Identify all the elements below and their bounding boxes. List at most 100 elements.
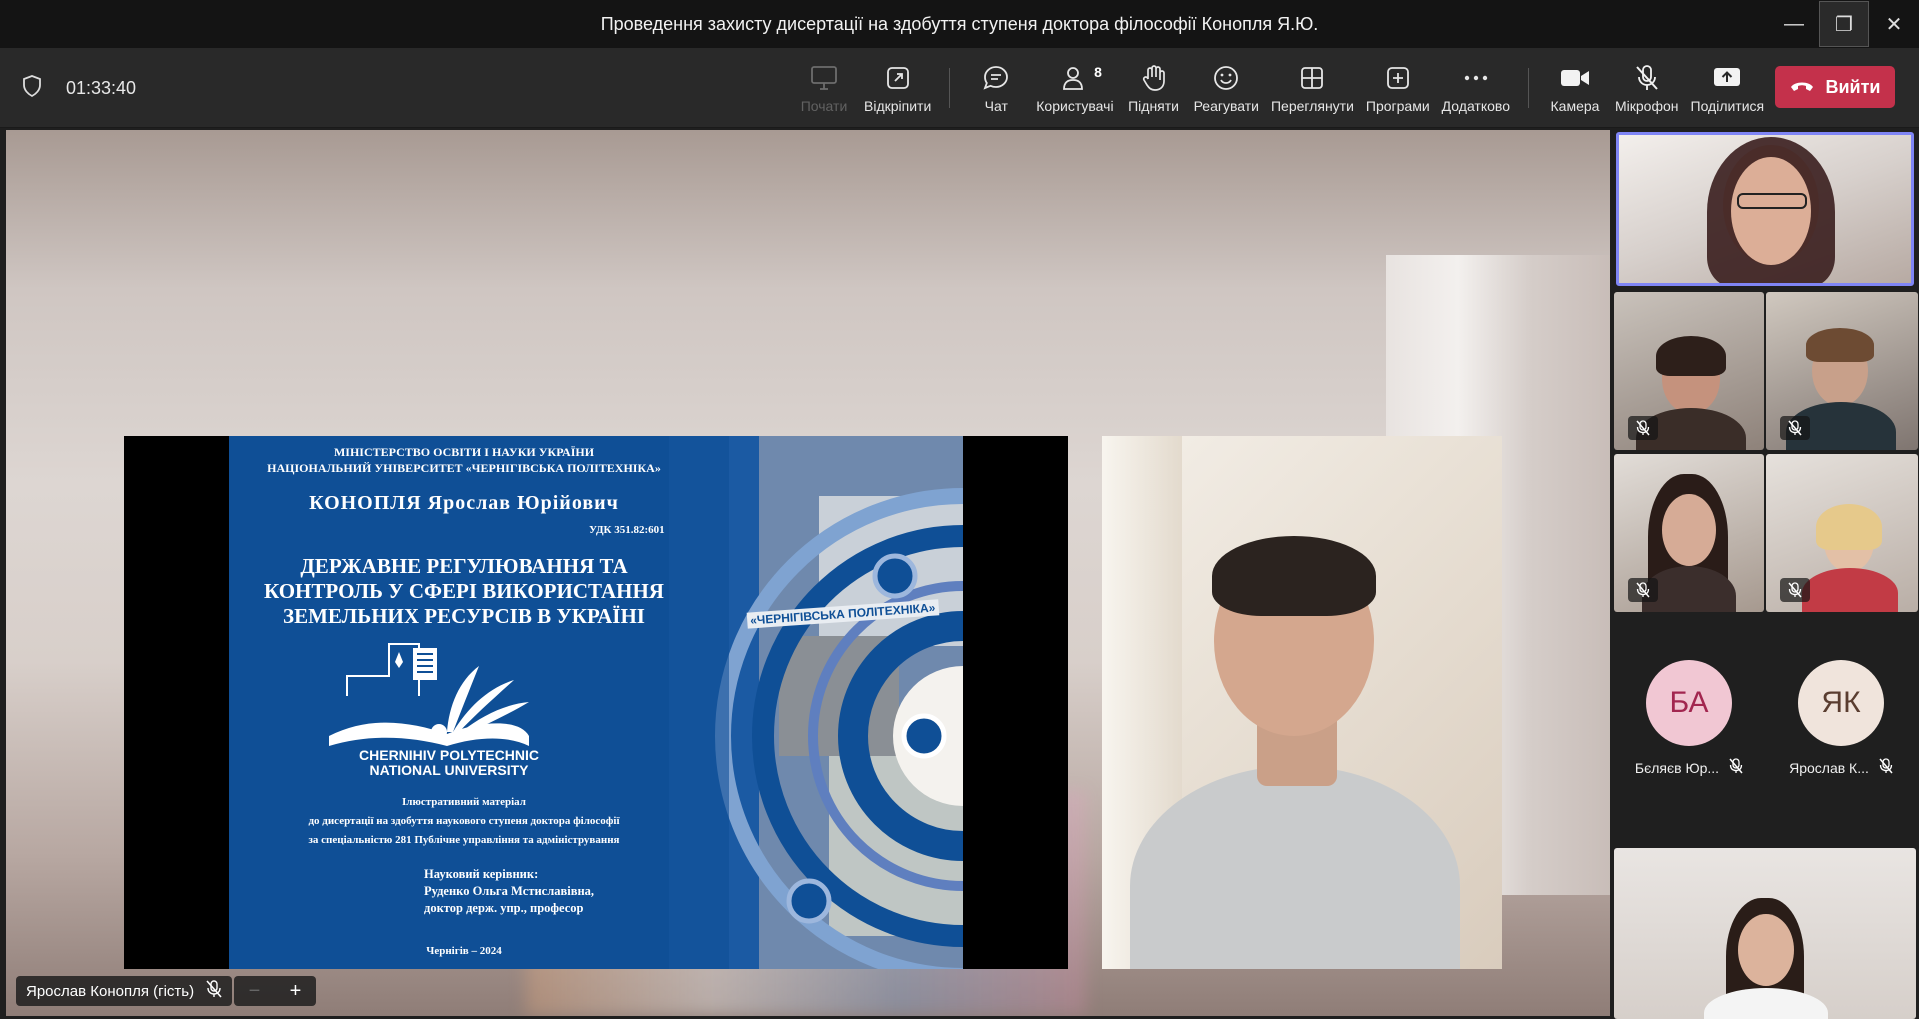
glasses-icon xyxy=(1737,193,1807,209)
participant-hair xyxy=(1656,336,1726,376)
active-speaker-tile[interactable] xyxy=(1616,132,1914,286)
minimize-button[interactable]: — xyxy=(1769,0,1819,48)
slide-supervisor-degree: доктор держ. упр., професор xyxy=(424,901,584,915)
react-button[interactable]: Реагувати xyxy=(1188,48,1265,128)
participant-avatar-tile[interactable]: БА Бєляєв Юр... xyxy=(1614,660,1764,790)
camera-button[interactable]: Камера xyxy=(1541,48,1609,128)
mic-off-icon xyxy=(1628,578,1658,602)
stage-name-chip: Ярослав Конопля (гість) xyxy=(16,976,233,1006)
toolbar-divider xyxy=(949,68,951,108)
pop-out-button[interactable]: Відкріпити xyxy=(858,48,937,128)
shared-screen[interactable]: «ЧЕРНІГІВСЬКА ПОЛІТЕХНІКА» МІНІСТЕРСТВО … xyxy=(124,436,1068,969)
pop-out-label: Відкріпити xyxy=(864,98,932,114)
microphone-button[interactable]: Мікрофон xyxy=(1609,48,1685,128)
more-icon xyxy=(1463,62,1489,94)
participant-gallery: БА Бєляєв Юр... ЯК Ярослав К... xyxy=(1612,130,1919,1019)
participant-hair xyxy=(1806,328,1874,362)
camera-icon xyxy=(1560,62,1590,94)
zoom-in-button[interactable]: + xyxy=(290,980,302,1003)
slide-topic-line: ДЕРЖАВНЕ РЕГУЛЮВАННЯ ТА xyxy=(300,554,628,578)
slide-logo-text: CHERNIHIV POLYTECHNIC NATIONAL UNIVERSIT… xyxy=(329,748,569,778)
meeting-toolbar: 01:33:40 Почати Відкріпити Чат 8 Користу… xyxy=(0,48,1919,128)
people-button[interactable]: 8 Користувачі xyxy=(1030,48,1119,128)
apps-label: Програми xyxy=(1365,98,1430,114)
speaker-video[interactable] xyxy=(1102,436,1502,969)
mic-off-icon xyxy=(1628,416,1658,440)
mic-off-icon xyxy=(1729,758,1743,777)
participant-name: Ярослав К... xyxy=(1789,759,1869,776)
chat-icon xyxy=(982,62,1010,94)
participant-avatar-tile[interactable]: ЯК Ярослав К... xyxy=(1766,660,1916,790)
meeting-timer: 01:33:40 xyxy=(66,77,137,98)
leave-button[interactable]: Вийти xyxy=(1775,66,1895,108)
participant-count: 8 xyxy=(1094,64,1102,80)
share-label: Поділитися xyxy=(1690,98,1765,114)
raise-hand-button[interactable]: Підняти xyxy=(1120,48,1188,128)
participant-tile[interactable] xyxy=(1614,848,1916,1019)
microphone-label: Мікрофон xyxy=(1614,98,1679,114)
title-bar: Проведення захисту дисертації на здобутт… xyxy=(0,0,1919,48)
slide-udk: УДК 351.82:601 xyxy=(589,524,665,536)
people-label: Користувачі xyxy=(1036,98,1114,114)
mic-off-icon xyxy=(1879,758,1893,777)
more-label: Додатково xyxy=(1441,98,1510,114)
record-icon xyxy=(810,62,838,94)
chat-label: Чат xyxy=(984,98,1008,114)
close-icon: ✕ xyxy=(1885,13,1903,36)
slide-header: МІНІСТЕРСТВО ОСВІТИ І НАУКИ УКРАЇНИ НАЦІ… xyxy=(229,444,699,476)
hang-up-icon xyxy=(1789,77,1815,98)
slide-logo-line: NATIONAL UNIVERSITY xyxy=(369,762,529,778)
restore-icon: ❐ xyxy=(1835,13,1853,36)
raise-hand-label: Підняти xyxy=(1128,98,1179,114)
mic-off-icon xyxy=(1780,578,1810,602)
slide-description-line: Ілюстративний матеріал xyxy=(402,796,526,808)
slide-topic: ДЕРЖАВНЕ РЕГУЛЮВАННЯ ТА КОНТРОЛЬ У СФЕРІ… xyxy=(229,554,699,629)
participant-tile[interactable] xyxy=(1614,454,1764,612)
slide-description: Ілюстративний матеріал до дисертації на … xyxy=(229,793,699,850)
participant-tile[interactable] xyxy=(1766,454,1918,612)
people-icon: 8 xyxy=(1062,62,1102,94)
participant-tile[interactable] xyxy=(1614,292,1764,450)
participant-body xyxy=(1704,988,1828,1019)
record-button[interactable]: Почати xyxy=(790,48,858,128)
view-label: Переглянути xyxy=(1270,98,1354,114)
participant-body xyxy=(1802,568,1898,612)
participant-tile[interactable] xyxy=(1766,292,1918,450)
share-button[interactable]: Поділитися xyxy=(1685,48,1771,128)
record-label: Почати xyxy=(800,98,848,114)
slide-logo-line: CHERNIHIV POLYTECHNIC xyxy=(359,747,539,763)
speaker-hair xyxy=(1212,536,1376,616)
slide-supervisor-name: Руденко Ольга Мстиславівна, xyxy=(424,884,595,898)
participant-name: Бєляєв Юр... xyxy=(1634,759,1720,776)
raise-hand-icon xyxy=(1141,62,1167,94)
window-title: Проведення захисту дисертації на здобутт… xyxy=(600,13,1319,34)
pop-out-icon xyxy=(885,62,911,94)
participant-face xyxy=(1738,914,1794,986)
slide-campus-artwork xyxy=(669,436,963,969)
slide-description-line: за спеціальністю 281 Публічне управління… xyxy=(308,834,620,846)
slide-author: КОНОПЛЯ Ярослав Юрійович xyxy=(309,492,619,514)
camera-label: Камера xyxy=(1550,98,1600,114)
toolbar-divider xyxy=(1527,68,1529,108)
shield-icon[interactable] xyxy=(22,74,42,102)
slide-topic-line: КОНТРОЛЬ У СФЕРІ ВИКОРИСТАННЯ xyxy=(264,579,664,603)
close-button[interactable]: ✕ xyxy=(1869,0,1919,48)
meeting-stage: «ЧЕРНІГІВСЬКА ПОЛІТЕХНІКА» МІНІСТЕРСТВО … xyxy=(6,130,1610,1016)
slide-description-line: до дисертації на здобуття наукового ступ… xyxy=(308,815,620,827)
slide-university: НАЦІОНАЛЬНИЙ УНІВЕРСИТЕТ «ЧЕРНІГІВСЬКА П… xyxy=(267,461,661,475)
restore-button[interactable]: ❐ xyxy=(1819,1,1869,47)
slide-supervisor-title: Науковий керівник: xyxy=(424,867,539,881)
apps-button[interactable]: Програми xyxy=(1360,48,1436,128)
mic-off-icon xyxy=(1634,62,1660,94)
zoom-out-button[interactable]: − xyxy=(249,980,261,1003)
stage-participant-name: Ярослав Конопля (гість) xyxy=(26,982,195,1000)
more-button[interactable]: Додатково xyxy=(1436,48,1516,128)
slide-supervisor: Науковий керівник: Руденко Ольга Мстисла… xyxy=(424,866,594,917)
view-button[interactable]: Переглянути xyxy=(1265,48,1360,128)
mic-off-icon xyxy=(206,980,222,1002)
chat-button[interactable]: Чат xyxy=(962,48,1030,128)
view-icon xyxy=(1299,62,1325,94)
apps-icon xyxy=(1385,62,1411,94)
slide-city-year: Чернігів – 2024 xyxy=(426,945,502,957)
participant-face-front xyxy=(1731,157,1811,265)
